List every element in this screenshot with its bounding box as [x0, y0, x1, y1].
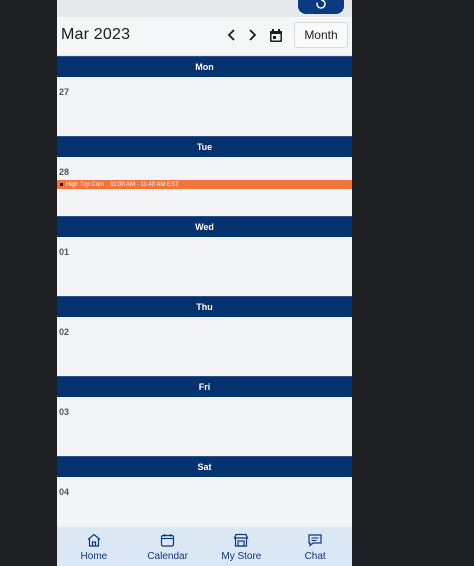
day-header: Mon: [57, 56, 352, 77]
nav-label: Home: [80, 551, 108, 562]
day-wednesday: Wed 01: [57, 216, 352, 296]
nav-chat[interactable]: Chat: [278, 527, 352, 566]
nav-label: Calendar: [147, 551, 188, 562]
day-cell[interactable]: 27: [57, 77, 352, 136]
day-cell[interactable]: 01: [57, 237, 352, 296]
day-header: Sat: [57, 456, 352, 477]
day-number: 01: [59, 247, 70, 257]
bottom-navigation: Home Calendar My Store Chat: [57, 527, 352, 566]
event-title: High Top Corn: [66, 181, 105, 188]
refresh-icon: [316, 0, 326, 9]
day-monday: Mon 27: [57, 56, 352, 136]
home-icon: [87, 533, 101, 547]
nav-label: Chat: [304, 551, 326, 562]
calendar-icon: [270, 28, 282, 42]
day-number: 02: [59, 327, 70, 337]
nav-calendar[interactable]: Calendar: [131, 527, 205, 566]
nav-home[interactable]: Home: [57, 527, 131, 566]
day-cell[interactable]: 28 High Top Corn 11:00 AM - 11:40 AM EST: [57, 157, 352, 216]
day-header: Wed: [57, 216, 352, 237]
nav-my-store[interactable]: My Store: [205, 527, 279, 566]
day-tuesday: Tue 28 High Top Corn 11:00 AM - 11:40 AM…: [57, 136, 352, 216]
day-number: 28: [59, 167, 70, 177]
nav-label: My Store: [221, 551, 262, 562]
app-screen: Mar 2023 Month Mon 27 Tue 28 High Top Co…: [57, 0, 352, 566]
day-list: Mon 27 Tue 28 High Top Corn 11:00 AM - 1…: [57, 56, 352, 536]
previous-month-button[interactable]: [223, 26, 241, 44]
calendar-icon: [161, 534, 175, 547]
event-time: 11:00 AM - 11:40 AM EST: [110, 181, 179, 188]
day-thursday: Thu 02: [57, 296, 352, 376]
chat-icon: [308, 534, 322, 547]
event-item[interactable]: High Top Corn 11:00 AM - 11:40 AM EST: [57, 180, 352, 189]
calendar-toolbar: Mar 2023 Month: [57, 17, 352, 56]
today-button[interactable]: [267, 26, 285, 44]
store-icon: [233, 533, 249, 547]
day-number: 03: [59, 407, 70, 417]
chevron-left-icon: [227, 29, 235, 41]
day-saturday: Sat 04: [57, 456, 352, 536]
day-header: Tue: [57, 136, 352, 157]
next-month-button[interactable]: [243, 26, 261, 44]
month-title: Mar 2023: [61, 26, 131, 43]
day-cell[interactable]: 02: [57, 317, 352, 376]
day-number: 27: [59, 87, 70, 97]
day-number: 04: [59, 487, 70, 497]
day-header: Thu: [57, 296, 352, 317]
view-mode-button[interactable]: Month: [294, 22, 348, 48]
top-bar: [57, 0, 352, 17]
day-friday: Fri 03: [57, 376, 352, 456]
chevron-right-icon: [249, 29, 257, 41]
day-header: Fri: [57, 376, 352, 397]
day-cell[interactable]: 03: [57, 397, 352, 456]
event-dot-icon: [60, 183, 63, 186]
refresh-button[interactable]: [298, 0, 344, 14]
